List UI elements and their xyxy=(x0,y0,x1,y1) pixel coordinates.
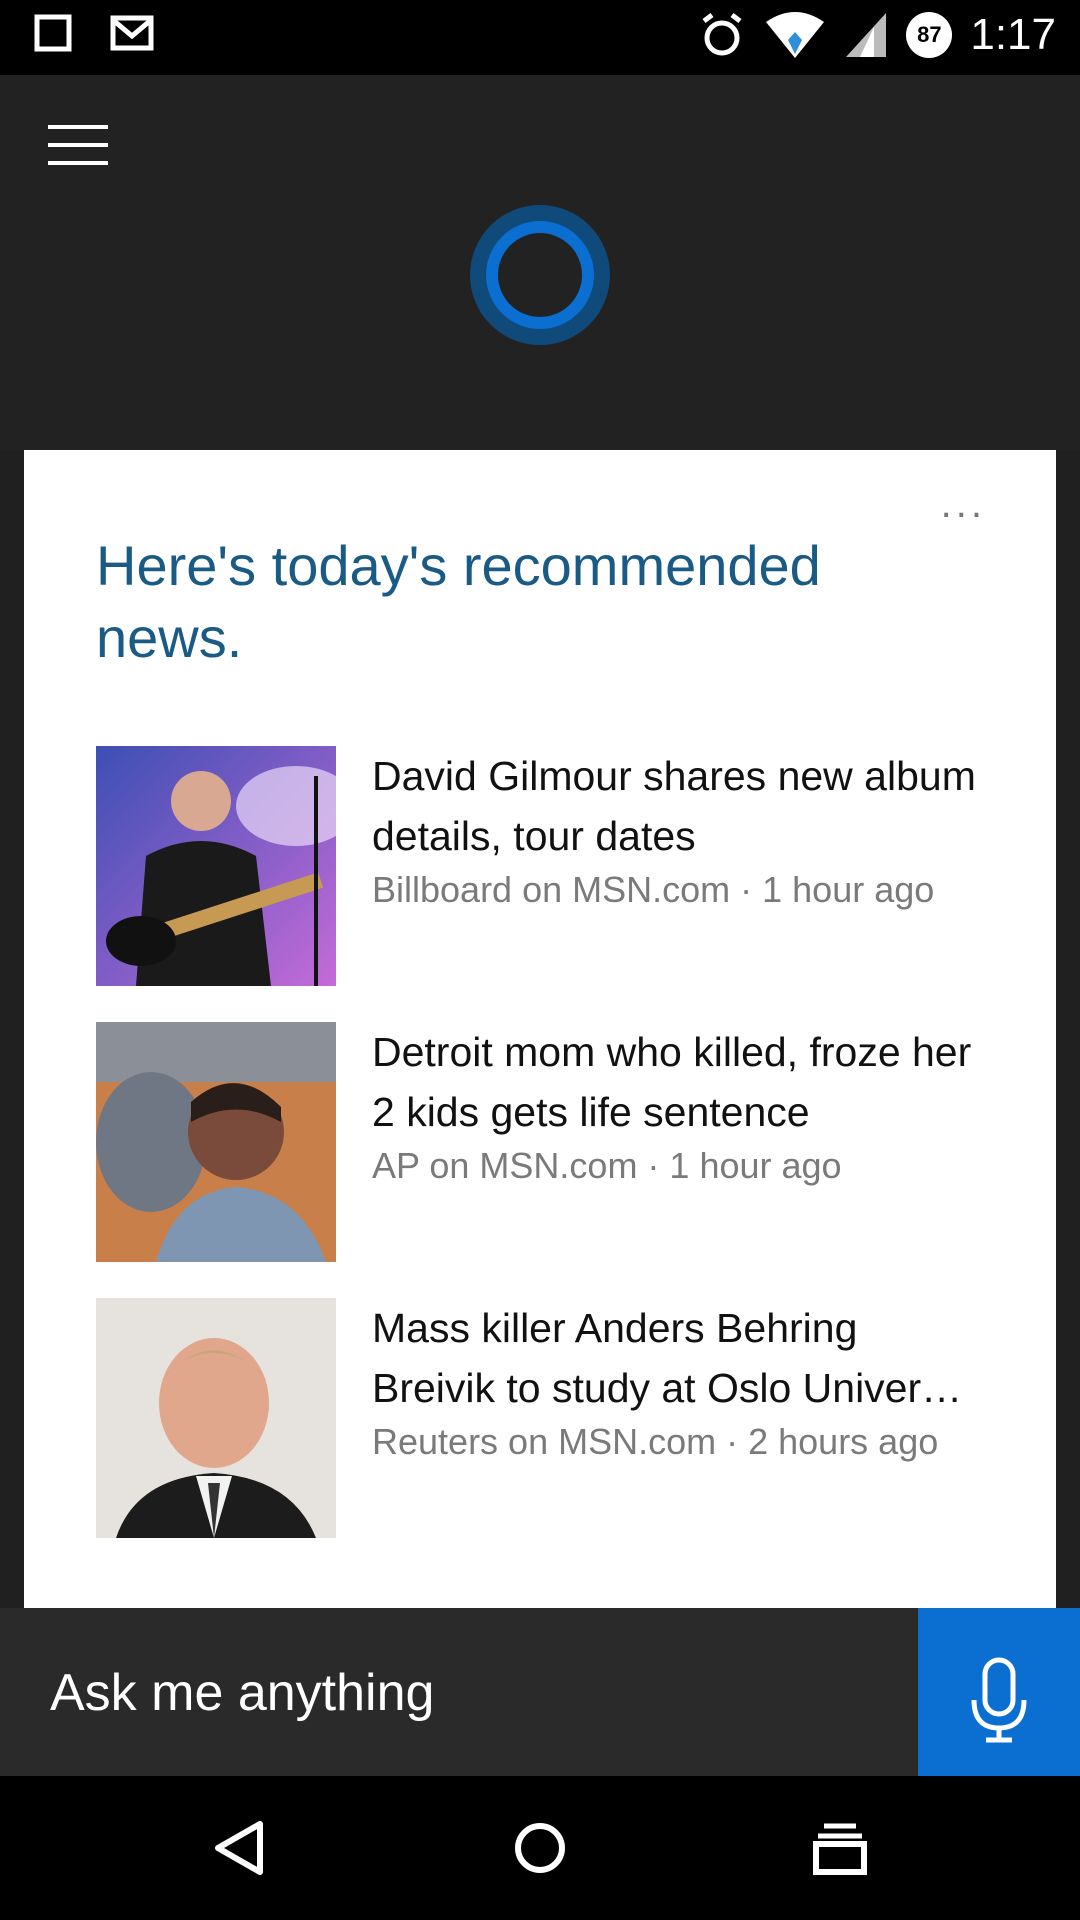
recents-icon[interactable] xyxy=(800,1816,880,1880)
microphone-icon xyxy=(971,1657,1027,1743)
news-text: Mass killer Anders Behring Breivik to st… xyxy=(372,1298,982,1538)
ask-bar xyxy=(0,1608,1080,1776)
battery-level: 87 xyxy=(917,22,942,47)
courtroom-woman-photo xyxy=(96,1022,336,1262)
status-bar-left xyxy=(34,14,154,52)
alarm-icon xyxy=(702,13,742,56)
news-headline: Mass killer Anders Behring Breivik to st… xyxy=(372,1305,963,1411)
news-text: Detroit mom who killed, froze her 2 kids… xyxy=(372,1022,982,1262)
app-header xyxy=(0,75,1080,450)
back-icon[interactable] xyxy=(200,1816,280,1880)
cortana-ring-icon xyxy=(470,205,610,345)
news-item[interactable]: Detroit mom who killed, froze her 2 kids… xyxy=(96,1022,996,1262)
ask-input[interactable] xyxy=(48,1656,852,1730)
square-notification-icon xyxy=(34,14,72,52)
news-headline: David Gilmour shares new album details, … xyxy=(372,753,976,859)
status-bar: 87 1:17 xyxy=(0,0,1080,75)
news-item[interactable]: David Gilmour shares new album details, … xyxy=(96,746,996,986)
hamburger-menu-icon[interactable] xyxy=(48,125,108,165)
news-source: AP on MSN.com · 1 hour ago xyxy=(372,1145,842,1186)
status-bar-right: 87 1:17 xyxy=(698,10,1056,60)
man-in-suit-photo xyxy=(96,1298,336,1538)
battery-icon: 87 xyxy=(906,12,953,58)
news-card: ... Here's today's recommended news. Dav… xyxy=(24,450,1056,1608)
news-source: Billboard on MSN.com · 1 hour ago xyxy=(372,869,935,910)
news-source: Reuters on MSN.com · 2 hours ago xyxy=(372,1421,939,1462)
news-text: David Gilmour shares new album details, … xyxy=(372,746,982,986)
gmail-icon xyxy=(110,15,154,51)
navigation-bar xyxy=(0,1776,1080,1920)
wifi-icon xyxy=(766,12,825,58)
home-icon[interactable] xyxy=(500,1816,580,1880)
news-headline: Detroit mom who killed, froze her 2 kids… xyxy=(372,1029,972,1135)
guitarist-photo xyxy=(96,746,336,986)
microphone-button[interactable] xyxy=(918,1608,1080,1776)
news-list: David Gilmour shares new album details, … xyxy=(96,746,996,1574)
cell-signal-icon xyxy=(846,13,887,57)
card-title: Here's today's recommended news. xyxy=(96,534,821,669)
status-time: 1:17 xyxy=(970,10,1056,59)
more-options-button[interactable]: ... xyxy=(941,482,986,527)
news-item[interactable]: Mass killer Anders Behring Breivik to st… xyxy=(96,1298,996,1538)
